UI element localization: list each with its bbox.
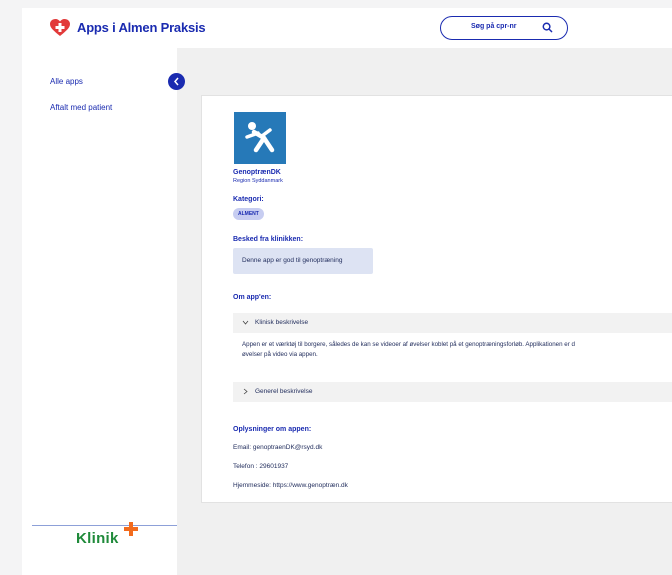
- app-window: Apps i Almen Praksis Søg på cpr-nr Alle …: [22, 8, 672, 575]
- chevron-left-icon: [174, 77, 179, 86]
- accordion-label: Klinisk beskrivelse: [255, 319, 309, 326]
- cpr-search-button[interactable]: Søg på cpr-nr: [440, 16, 568, 40]
- app-info-heading: Oplysninger om appen:: [233, 426, 312, 433]
- sidebar-item-all-apps[interactable]: Alle apps: [50, 77, 83, 86]
- clinic-message-heading: Besked fra klinikken:: [233, 236, 304, 243]
- app-frame: Apps i Almen Praksis Søg på cpr-nr Alle …: [0, 0, 672, 575]
- accordion-clinical-description[interactable]: Klinisk beskrivelse: [233, 313, 672, 333]
- plus-icon: [124, 522, 138, 536]
- clinical-description-line-2: øvelser på video via appen.: [242, 351, 318, 358]
- medical-logo-icon[interactable]: [50, 19, 70, 37]
- collapse-sidebar-button[interactable]: [168, 73, 185, 90]
- klinik-brand-logo: Klinik: [76, 530, 119, 547]
- app-title[interactable]: Apps i Almen Praksis: [77, 20, 206, 35]
- app-region: Region Syddanmark: [233, 178, 283, 184]
- sidebar-item-agreed-with-patient[interactable]: Aftalt med patient: [50, 103, 112, 112]
- search-icon: [542, 22, 553, 33]
- clinical-description-line-1: Appen er et værktøj til borgere, således…: [242, 341, 575, 348]
- category-heading: Kategori:: [233, 196, 264, 203]
- clinical-description-text: Appen er et værktøj til borgere, således…: [242, 340, 672, 360]
- accordion-label: Generel beskrivelse: [255, 388, 313, 395]
- sidebar: Alle apps Aftalt med patient: [22, 48, 177, 575]
- header: Apps i Almen Praksis Søg på cpr-nr: [22, 8, 672, 48]
- app-icon: [234, 112, 286, 164]
- chevron-down-icon: [242, 320, 249, 325]
- sidebar-divider: [32, 525, 177, 526]
- app-homepage: Hjemmeside: https://www.genoptræn.dk: [233, 482, 348, 489]
- chevron-right-icon: [243, 388, 248, 395]
- app-email: Email: genoptraenDK@rsyd.dk: [233, 444, 323, 451]
- clinic-message: Denne app er god til genoptræning: [233, 248, 373, 274]
- about-heading: Om app'en:: [233, 294, 272, 301]
- app-detail-card: GenoptrænDK Region Syddanmark Kategori: …: [201, 95, 672, 503]
- app-phone: Telefon : 29601937: [233, 463, 289, 470]
- search-label: Søg på cpr-nr: [471, 23, 517, 30]
- category-chip: ALMENT: [233, 208, 264, 220]
- accordion-general-description[interactable]: Generel beskrivelse: [233, 382, 672, 402]
- app-name: GenoptrænDK: [233, 169, 281, 176]
- exercise-icon: [245, 122, 275, 153]
